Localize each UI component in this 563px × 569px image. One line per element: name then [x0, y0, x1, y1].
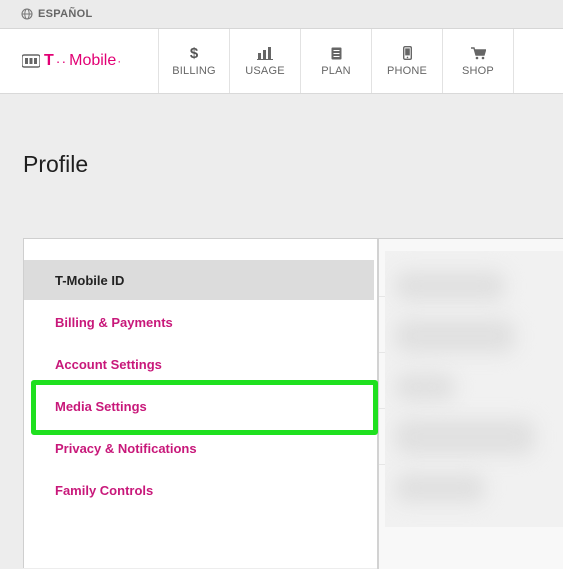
profile-detail-pane — [379, 239, 563, 569]
sidebar-item-media-settings[interactable]: Media Settings — [24, 386, 374, 426]
logo-t: T — [44, 52, 54, 69]
page-title: Profile — [23, 151, 89, 177]
globe-icon — [21, 8, 33, 20]
cart-icon — [470, 45, 486, 61]
top-utility-bar: ESPAÑOL — [0, 0, 563, 29]
blurred-text — [395, 419, 535, 455]
nav-usage-label: USAGE — [245, 65, 285, 77]
nav-billing[interactable]: $ BILLING — [158, 29, 229, 93]
sidebar-item-billing-payments[interactable]: Billing & Payments — [24, 302, 374, 342]
nav-items: $ BILLING USAGE PLAN PHONE SHOP — [158, 29, 514, 93]
nav-phone[interactable]: PHONE — [371, 29, 442, 93]
sidebar-item-privacy-notifications[interactable]: Privacy & Notifications — [24, 428, 374, 468]
blurred-content — [385, 251, 563, 527]
main-nav-bar: T ·· Mobile · $ BILLING USAGE PLAN PHONE… — [0, 29, 563, 94]
bar-chart-icon — [257, 45, 273, 61]
blurred-text — [395, 473, 485, 503]
nav-shop[interactable]: SHOP — [442, 29, 514, 93]
dollar-icon: $ — [189, 44, 199, 62]
nav-plan-label: PLAN — [321, 65, 351, 77]
language-switch[interactable]: ESPAÑOL — [21, 0, 92, 28]
nav-billing-label: BILLING — [172, 65, 216, 77]
logo-word: Mobile — [69, 52, 117, 69]
tmobile-logo[interactable]: T ·· Mobile · — [22, 51, 121, 71]
blurred-text — [395, 319, 515, 353]
nav-shop-label: SHOP — [462, 65, 494, 77]
sidebar-item-family-controls[interactable]: Family Controls — [24, 470, 374, 510]
logo-dots: ·· — [55, 53, 68, 69]
sidebar-item-account-settings[interactable]: Account Settings — [24, 344, 374, 384]
language-label: ESPAÑOL — [38, 8, 93, 20]
nav-usage[interactable]: USAGE — [229, 29, 300, 93]
phone-icon — [402, 45, 412, 61]
sidebar-item-tmobile-id[interactable]: T-Mobile ID — [24, 260, 374, 300]
document-icon — [331, 45, 342, 61]
profile-sidebar: T-Mobile ID Billing & Payments Account S… — [24, 239, 379, 569]
logo-end-dot: · — [117, 54, 122, 68]
nav-plan[interactable]: PLAN — [300, 29, 371, 93]
nav-phone-label: PHONE — [386, 65, 428, 77]
blurred-text — [395, 271, 505, 301]
profile-card: T-Mobile ID Billing & Payments Account S… — [23, 238, 563, 569]
tmobile-badge-icon — [22, 54, 40, 68]
blurred-text — [395, 373, 455, 401]
